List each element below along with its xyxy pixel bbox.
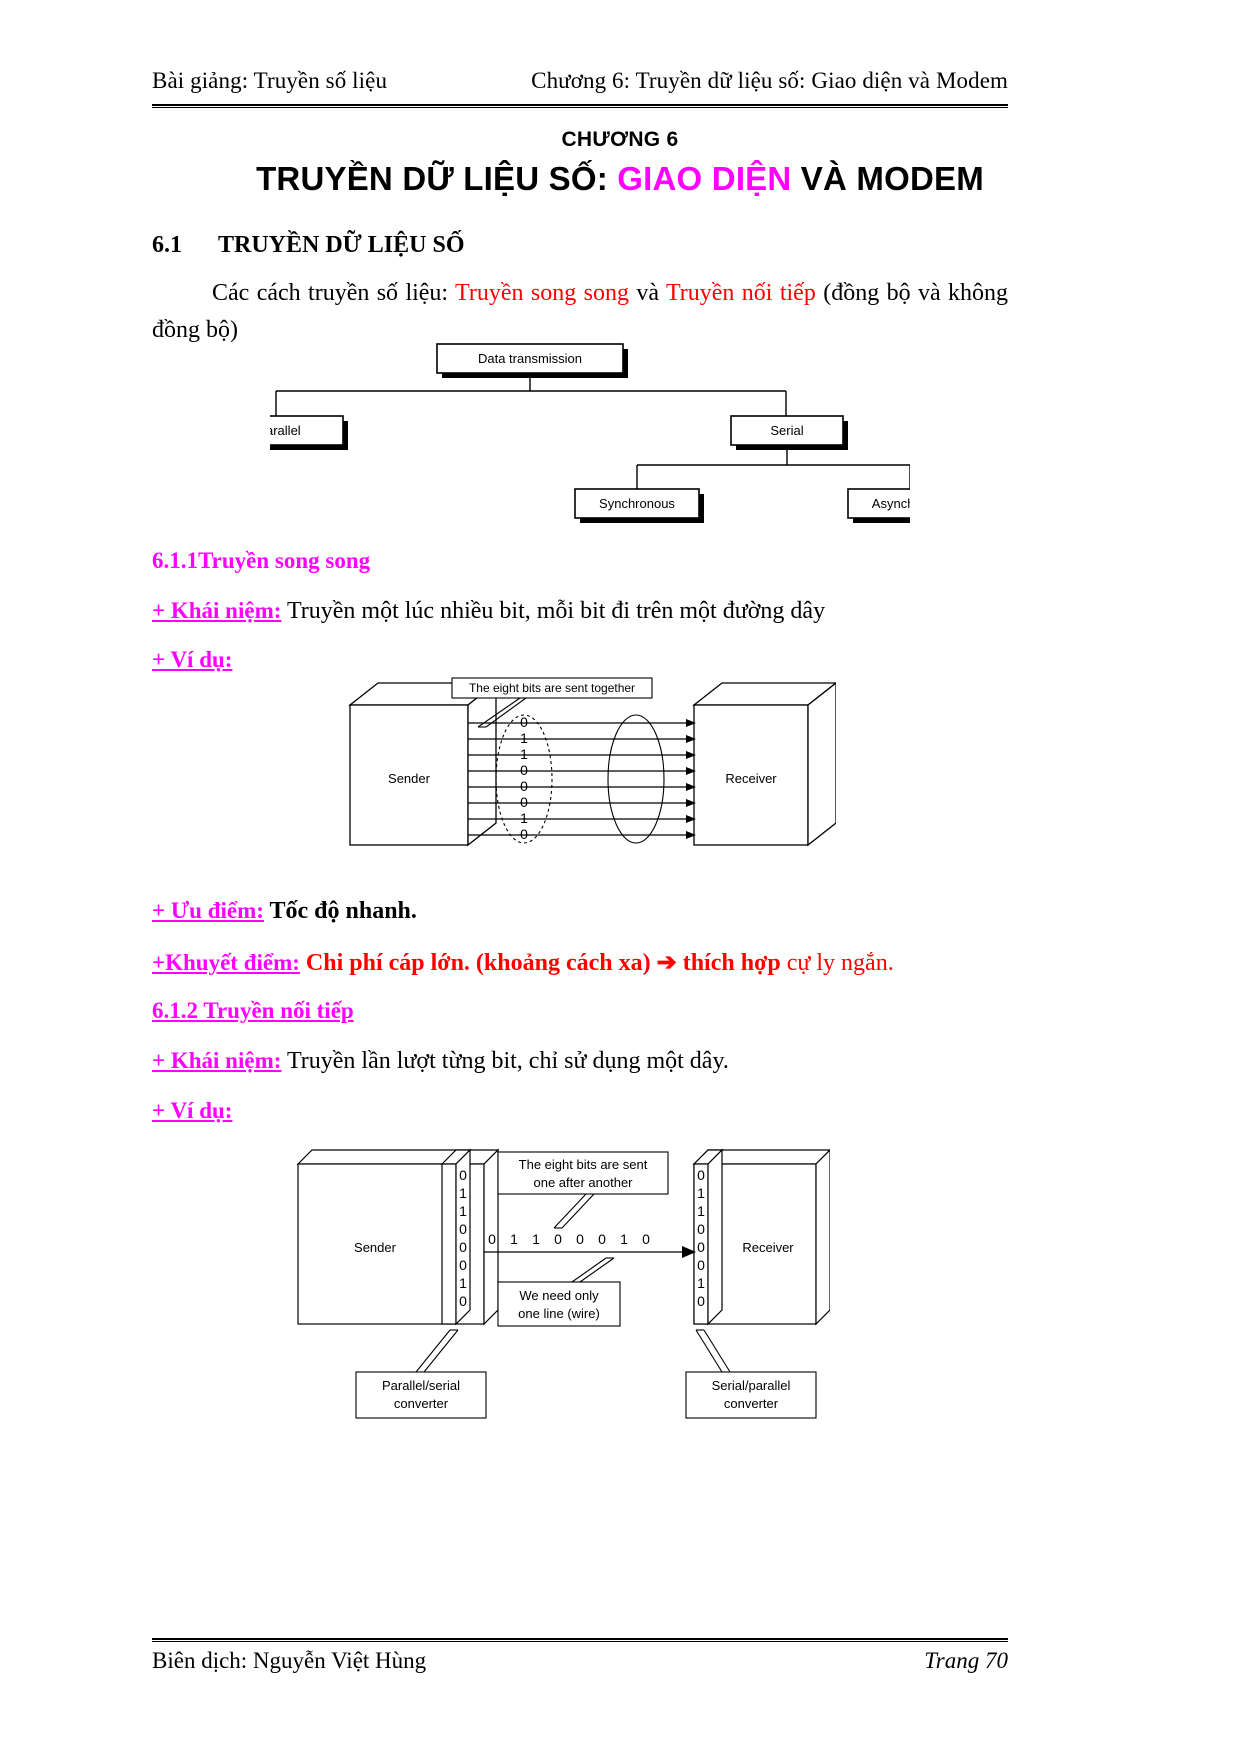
section-611-heading: 6.1.1Truyền song song bbox=[152, 548, 371, 573]
serial-stream-bit: 1 bbox=[532, 1231, 540, 1247]
serial-stream-bit: 1 bbox=[510, 1231, 518, 1247]
footer-right-text: Trang 70 bbox=[924, 1648, 1008, 1673]
parallel-bit-column: 0 1 1 0 0 0 1 0 bbox=[520, 714, 528, 842]
concept-text-612: Truyền lần lượt từng bit, chỉ sử dụng mộ… bbox=[281, 1048, 729, 1074]
tree-root-label: Data transmission bbox=[478, 351, 582, 366]
parallel-callout-label: The eight bits are sent together bbox=[469, 681, 635, 695]
parallel-bit: 0 bbox=[520, 762, 528, 778]
header-right-text: Chương 6: Truyền dữ liệu số: Giao diện v… bbox=[531, 68, 1008, 93]
serial-sender-label: Sender bbox=[354, 1240, 397, 1255]
serial-converter-left-line1: Parallel/serial bbox=[382, 1378, 460, 1393]
section-612-concept-line: + Khái niệm: Truyền lần lượt từng bit, c… bbox=[152, 1048, 729, 1075]
serial-stream-bit: 0 bbox=[488, 1231, 496, 1247]
serial-receiver-label: Receiver bbox=[742, 1240, 794, 1255]
section-611-concept-line: + Khái niệm: Truyền một lúc nhiều bit, m… bbox=[152, 598, 825, 625]
section-61-heading: 6.1 TRUYỀN DỮ LIỆU SỐ bbox=[152, 232, 464, 259]
intro-text-b: và bbox=[628, 280, 666, 306]
parallel-bit: 1 bbox=[520, 810, 528, 826]
advantage-label: + Ưu điểm: bbox=[152, 898, 264, 923]
serial-note-line2: one line (wire) bbox=[518, 1306, 600, 1321]
parallel-bit: 1 bbox=[520, 746, 528, 762]
chapter-title-part2: VÀ MODEM bbox=[791, 160, 984, 197]
tree-asynchronous-label: Asynchronous bbox=[872, 496, 910, 511]
chapter-title: TRUYỀN DỮ LIỆU SỐ: GIAO DIỆN VÀ MODEM bbox=[0, 160, 1240, 198]
intro-text-red-serial: Truyền nối tiếp bbox=[665, 280, 816, 306]
tree-serial-label: Serial bbox=[770, 423, 803, 438]
figure-parallel-transmission: Sender Receiver 0 1 1 0 0 0 1 0 The eigh… bbox=[336, 675, 836, 870]
drawback-arrow-icon: ➔ bbox=[656, 950, 677, 976]
concept-label-611: + Khái niệm: bbox=[152, 598, 282, 623]
parallel-receiver-label: Receiver bbox=[725, 771, 777, 786]
serial-callout-line2: one after another bbox=[533, 1175, 633, 1190]
serial-receiver-bit: 0 bbox=[697, 1221, 705, 1237]
drawback-label: +Khuyết điểm: bbox=[152, 950, 300, 975]
header-left-text: Bài giảng: Truyền số liệu bbox=[152, 68, 388, 93]
serial-stream-bit: 1 bbox=[620, 1231, 628, 1247]
document-page: Bài giảng: Truyền số liệu Chương 6: Truy… bbox=[0, 0, 1240, 1754]
parallel-bit: 1 bbox=[520, 730, 528, 746]
concept-label-612: + Khái niệm: bbox=[152, 1048, 282, 1073]
page-footer: Biên dịch: Nguyễn Việt Hùng Trang 70 bbox=[152, 1648, 1008, 1674]
serial-sender-bit: 1 bbox=[459, 1185, 467, 1201]
serial-sender-bit: 0 bbox=[459, 1257, 467, 1273]
footer-left-text: Biên dịch: Nguyễn Việt Hùng bbox=[152, 1648, 427, 1673]
advantage-text: Tốc độ nhanh. bbox=[263, 898, 417, 924]
serial-stream: 0 1 1 0 0 0 1 0 bbox=[488, 1231, 650, 1247]
serial-converter-left-line2: converter bbox=[394, 1396, 449, 1411]
section-612-example-label: + Ví dụ: bbox=[152, 1098, 233, 1123]
parallel-sender-label: Sender bbox=[388, 771, 431, 786]
parallel-bit: 0 bbox=[520, 714, 528, 730]
section-611-advantage-line: + Ưu điểm: Tốc độ nhanh. bbox=[152, 898, 417, 925]
section-612-heading: 6.1.2 Truyền nối tiếp bbox=[152, 998, 354, 1023]
serial-converter-right-line2: converter bbox=[724, 1396, 779, 1411]
footer-divider bbox=[152, 1638, 1008, 1642]
serial-callout-line1: The eight bits are sent bbox=[519, 1157, 648, 1172]
serial-sender-bit: 1 bbox=[459, 1203, 467, 1219]
serial-sender-bit: 0 bbox=[459, 1293, 467, 1309]
serial-receiver-bit: 1 bbox=[697, 1275, 705, 1291]
section-61-number: 6.1 bbox=[152, 232, 182, 258]
section-611-example-label: + Ví dụ: bbox=[152, 647, 233, 672]
serial-sender-bit: 0 bbox=[459, 1221, 467, 1237]
serial-stream-bit: 0 bbox=[642, 1231, 650, 1247]
serial-stream-bit: 0 bbox=[554, 1231, 562, 1247]
parallel-bit: 0 bbox=[520, 826, 528, 842]
chapter-kicker: CHƯƠNG 6 bbox=[561, 128, 679, 151]
drawback-text-red1: Chi phí cáp lớn. (khoảng cách xa) bbox=[299, 950, 657, 976]
serial-sender-bit: 1 bbox=[459, 1275, 467, 1291]
serial-converter-right-line1: Serial/parallel bbox=[712, 1378, 791, 1393]
drawback-text-red2: thích hợp bbox=[676, 950, 787, 976]
intro-text-a: Các cách truyền số liệu: bbox=[212, 280, 456, 306]
figure-serial-transmission: Sender Receiver 0 1 1 0 0 0 1 0 0 1 1 0 … bbox=[290, 1140, 830, 1425]
serial-receiver-bit: 0 bbox=[697, 1239, 705, 1255]
section-611-drawback-line: +Khuyết điểm: Chi phí cáp lớn. (khoảng c… bbox=[152, 948, 894, 977]
chapter-title-part1: TRUYỀN DỮ LIỆU SỐ: bbox=[256, 160, 618, 197]
serial-sender-bit: 0 bbox=[459, 1167, 467, 1183]
parallel-bit: 0 bbox=[520, 794, 528, 810]
serial-receiver-bit: 0 bbox=[697, 1293, 705, 1309]
serial-receiver-bit: 1 bbox=[697, 1203, 705, 1219]
chapter-title-highlight: GIAO DIỆN bbox=[617, 160, 792, 197]
tree-parallel-label: Parallel bbox=[270, 423, 301, 438]
serial-stream-bit: 0 bbox=[576, 1231, 584, 1247]
drawback-text-red3: cự ly ngắn. bbox=[786, 950, 894, 976]
serial-receiver-bit: 0 bbox=[697, 1257, 705, 1273]
tree-synchronous-label: Synchronous bbox=[599, 496, 675, 511]
serial-receiver-bit: 0 bbox=[697, 1167, 705, 1183]
header-divider bbox=[152, 104, 1008, 108]
serial-sender-bit: 0 bbox=[459, 1239, 467, 1255]
concept-text-611: Truyền một lúc nhiều bit, mỗi bit đi trê… bbox=[281, 598, 826, 624]
serial-note-line1: We need only bbox=[519, 1288, 599, 1303]
section-61-title: TRUYỀN DỮ LIỆU SỐ bbox=[218, 232, 465, 258]
serial-stream-bit: 0 bbox=[598, 1231, 606, 1247]
parallel-bit: 0 bbox=[520, 778, 528, 794]
page-header: Bài giảng: Truyền số liệu Chương 6: Truy… bbox=[152, 68, 1008, 94]
serial-receiver-bit: 1 bbox=[697, 1185, 705, 1201]
figure-data-transmission-tree: Data transmission Parallel Serial Synchr… bbox=[270, 335, 910, 525]
intro-text-red-parallel: Truyền song song bbox=[455, 280, 629, 306]
